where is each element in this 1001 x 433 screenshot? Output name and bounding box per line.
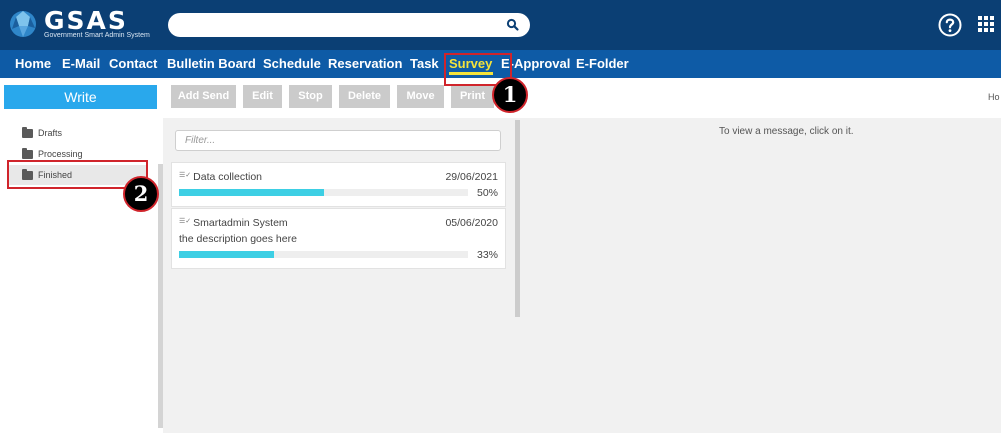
nav-email[interactable]: E-Mail	[62, 50, 100, 78]
logo-subtitle: Government Smart Admin System	[44, 32, 150, 39]
survey-item-description: the description goes here	[179, 233, 297, 245]
survey-item[interactable]: ☰✓ Smartadmin System 05/06/2020 the descr…	[171, 208, 506, 269]
progress-fill	[179, 189, 324, 196]
breadcrumb[interactable]: Ho	[988, 92, 1000, 102]
nav-home[interactable]: Home	[15, 50, 51, 78]
survey-title-text: Data collection	[193, 171, 263, 183]
progress-percent: 50%	[476, 187, 498, 199]
folder-icon	[22, 127, 33, 138]
add-send-button[interactable]: Add Send	[171, 85, 236, 108]
write-button[interactable]: Write	[4, 85, 157, 109]
progress-bar	[179, 189, 468, 196]
search-input[interactable]	[168, 13, 530, 37]
progress-bar	[179, 251, 468, 258]
nav-task[interactable]: Task	[410, 50, 439, 78]
nav-reservation[interactable]: Reservation	[328, 50, 402, 78]
step-marker-2: 2	[123, 176, 159, 212]
survey-list-icon: ☰✓	[179, 172, 192, 179]
filter-input[interactable]: Filter...	[175, 130, 501, 151]
nav-schedule[interactable]: Schedule	[263, 50, 321, 78]
survey-item-title: ☰✓ Data collection	[179, 171, 262, 183]
step-marker-1: 1	[492, 77, 528, 113]
folder-icon	[22, 148, 33, 159]
nav-contact[interactable]: Contact	[109, 50, 157, 78]
stop-button[interactable]: Stop	[289, 85, 332, 108]
message-viewer	[521, 120, 1001, 433]
help-icon[interactable]	[938, 13, 962, 37]
edit-button[interactable]: Edit	[243, 85, 282, 108]
survey-title-text: Smartadmin System	[193, 217, 288, 229]
apps-grid-icon[interactable]	[977, 15, 995, 33]
survey-list-icon: ☰✓	[179, 218, 192, 225]
nav-e-folder[interactable]: E-Folder	[576, 50, 629, 78]
progress-percent: 33%	[476, 249, 498, 261]
logo-text: GSAS	[44, 6, 128, 35]
panel-splitter[interactable]	[515, 120, 520, 317]
progress-fill	[179, 251, 275, 258]
delete-button[interactable]: Delete	[339, 85, 390, 108]
gsas-logo[interactable]: GSAS Government Smart Admin System	[8, 7, 153, 43]
search-icon[interactable]	[506, 18, 520, 32]
folder-label: Drafts	[38, 128, 63, 138]
nav-bulletin-board[interactable]: Bulletin Board	[167, 50, 256, 78]
survey-item-date: 29/06/2021	[445, 171, 498, 183]
print-button[interactable]: Print	[451, 85, 494, 108]
survey-item-title: ☰✓ Smartadmin System	[179, 217, 288, 229]
folder-drafts[interactable]: Drafts	[8, 123, 147, 143]
move-button[interactable]: Move	[397, 85, 444, 108]
survey-item-date: 05/06/2020	[445, 217, 498, 229]
empty-viewer-message: To view a message, click on it.	[719, 126, 854, 137]
survey-item[interactable]: ☰✓ Data collection 29/06/2021 50%	[171, 162, 506, 207]
globe-logo-icon	[10, 11, 36, 37]
